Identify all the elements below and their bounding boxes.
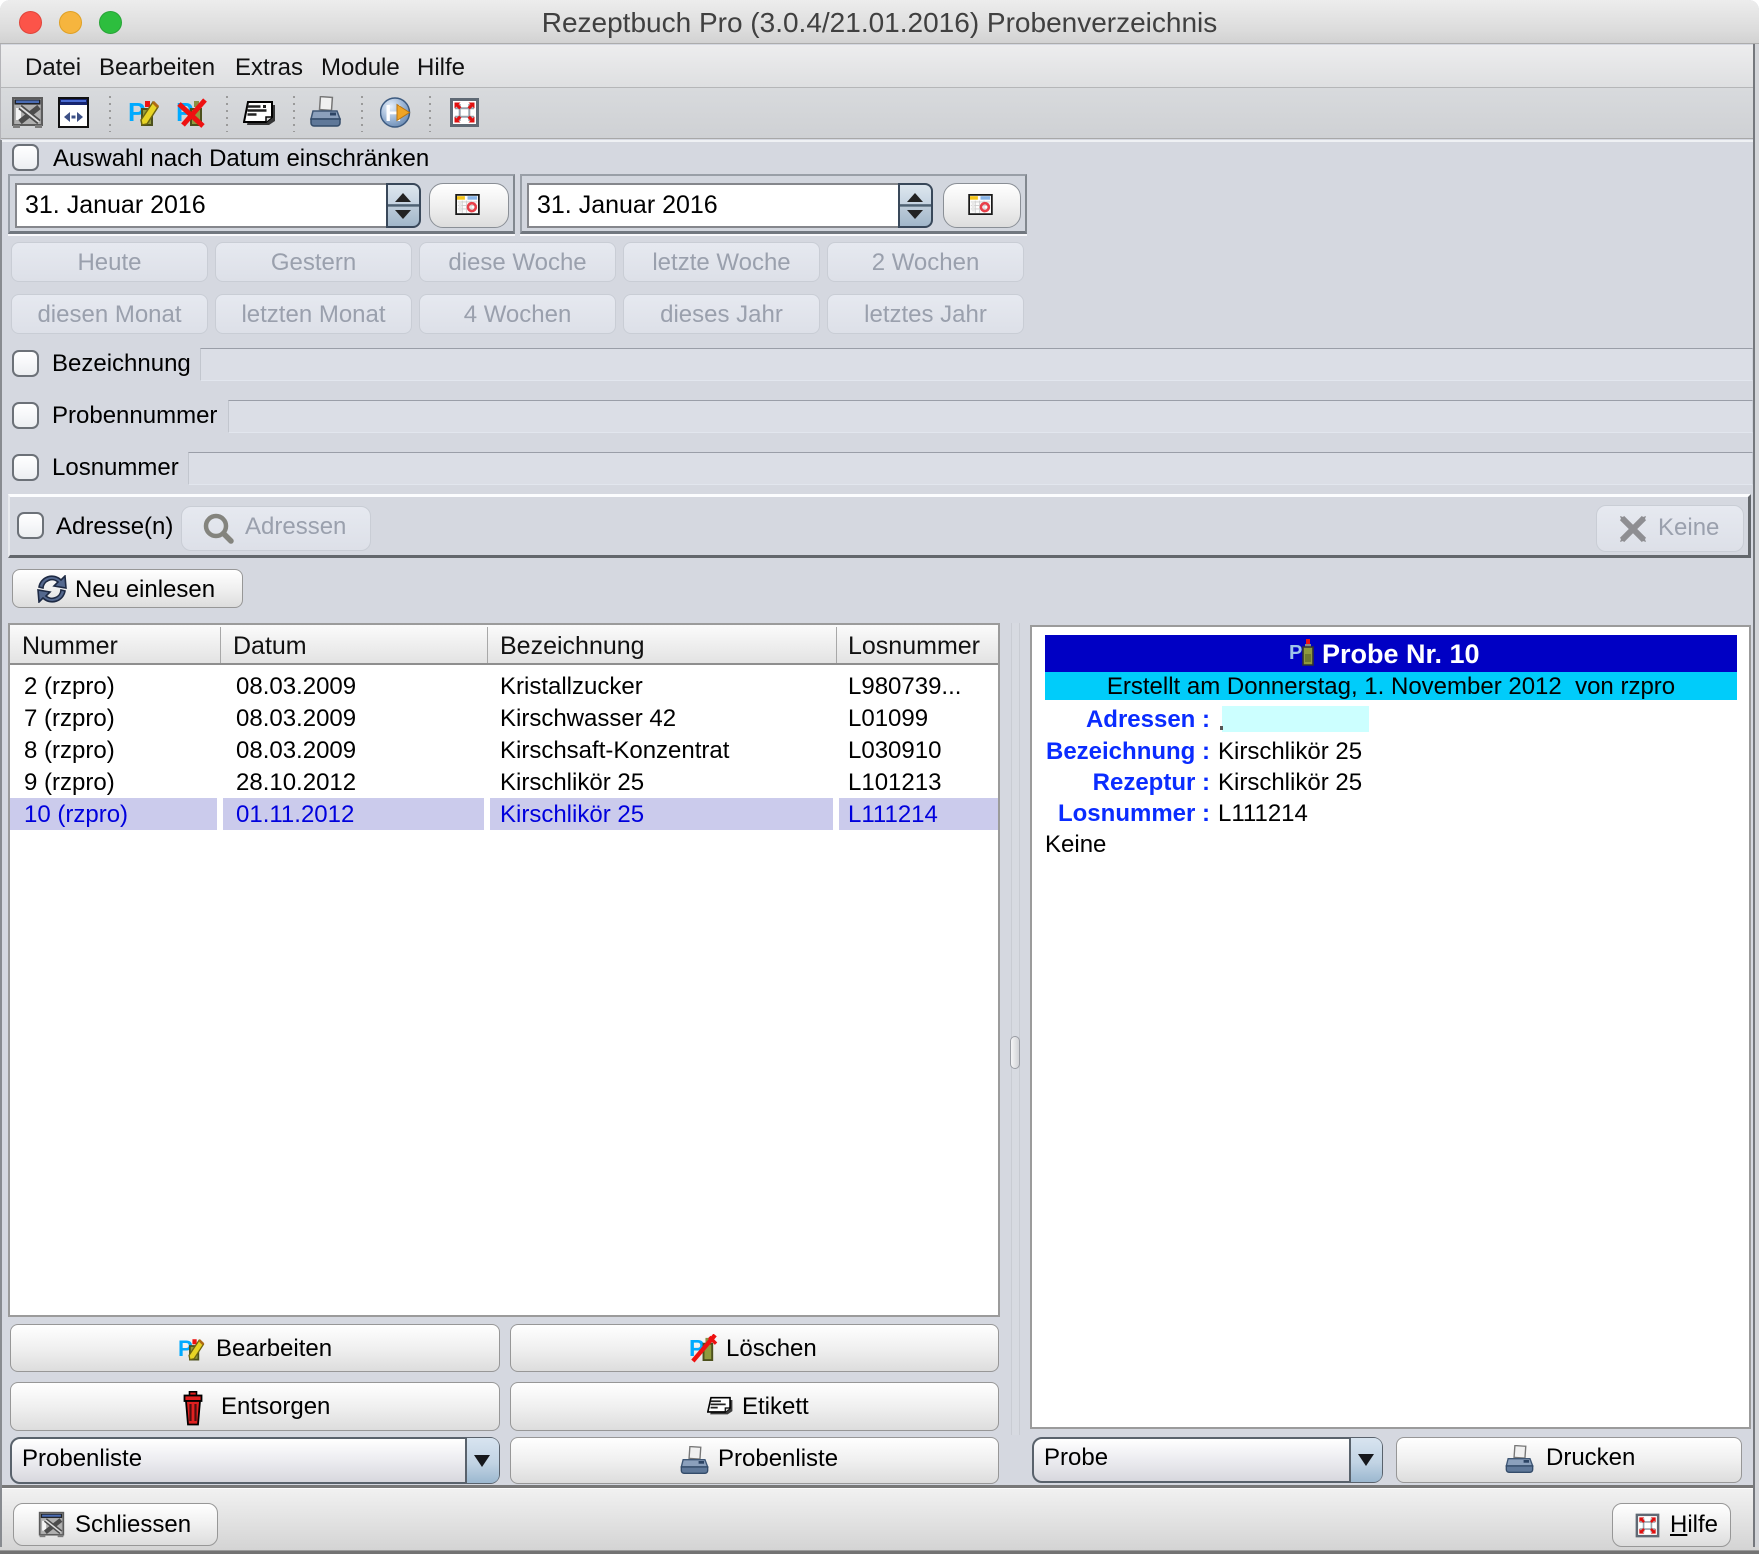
svg-text:P: P xyxy=(1289,642,1302,664)
